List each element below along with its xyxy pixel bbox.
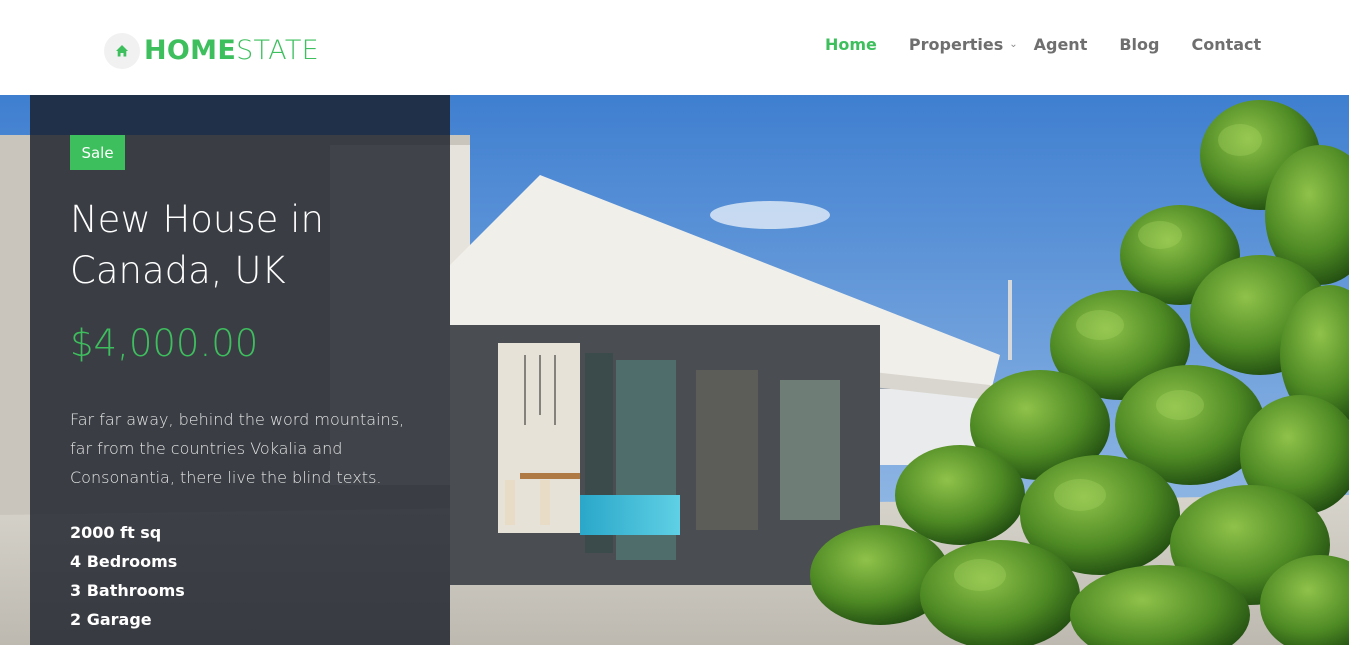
nav-contact[interactable]: Contact — [1191, 33, 1261, 57]
feature-area: 2000 ft sq — [70, 523, 162, 542]
feature-bathrooms: 3 Bathrooms — [70, 581, 185, 600]
nav-home[interactable]: Home — [825, 33, 877, 57]
feature-garage: 2 Garage — [70, 610, 152, 629]
brand-name-light: STATE — [236, 35, 320, 66]
listing-info-panel: Sale New House in Canada, UK $4,000.00 F… — [30, 95, 450, 645]
home-icon — [104, 33, 140, 69]
feature-bedrooms: 4 Bedrooms — [70, 552, 178, 571]
listing-title: New House in Canada, UK — [70, 198, 324, 292]
brand-logo[interactable]: HOMESTATE — [104, 32, 319, 70]
listing-features: 2000 ft sq 4 Bedrooms 3 Bathrooms 2 Gara… — [70, 518, 185, 634]
nav-agent[interactable]: Agent — [1034, 33, 1088, 57]
brand-name-strong: HOME — [144, 35, 237, 66]
nav-properties[interactable]: Properties ⌄ — [909, 33, 1018, 57]
site-header: HOMESTATE Home Properties ⌄ Agent Blog C… — [0, 0, 1349, 95]
brand-name: HOMESTATE — [144, 32, 319, 70]
chevron-down-icon: ⌄ — [1009, 39, 1018, 50]
listing-description: Far far away, behind the word mountains,… — [70, 410, 405, 487]
listing-price: $4,000.00 — [70, 322, 259, 365]
nav-properties-label: Properties — [908, 35, 1004, 54]
hero-section: Sale New House in Canada, UK $4,000.00 F… — [0, 95, 1349, 645]
main-nav: Home Properties ⌄ Agent Blog Contact — [825, 33, 1261, 57]
sale-badge: Sale — [70, 135, 125, 170]
nav-blog[interactable]: Blog — [1119, 33, 1159, 57]
